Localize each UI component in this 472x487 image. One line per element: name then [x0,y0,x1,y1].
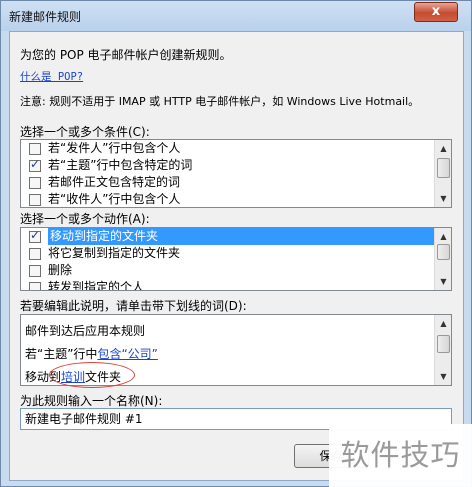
scroll-thumb[interactable] [437,158,450,178]
close-icon: x [431,4,441,19]
window-title: 新建邮件规则 [9,10,82,24]
scroll-up-icon[interactable]: ▲ [436,141,451,156]
action-item[interactable]: 移动到指定的文件夹 [21,228,436,245]
scroll-thumb[interactable] [437,244,450,260]
what-is-pop-link[interactable]: 什么是 POP? [20,69,83,84]
contains-words-link[interactable]: 包含“公司” [97,347,157,361]
intro-text: 为您的 POP 电子邮件帐户创建新规则。 [20,48,232,62]
action-item[interactable]: 转发到指定的个人 [21,279,436,290]
watermark-text: 软件技巧 [329,424,472,487]
annotation-circle [49,362,135,388]
action-checkbox[interactable] [29,228,41,244]
condition-item[interactable]: 若邮件正文包含特定的词 [21,174,436,191]
action-item[interactable]: 将它复制到指定的文件夹 [21,245,436,262]
condition-item[interactable]: 若“收件人”行中包含个人 [21,191,436,207]
condition-checkbox[interactable] [29,177,41,189]
scroll-up-icon[interactable]: ▲ [436,316,451,331]
new-mail-rule-dialog: 新建邮件规则 x 为您的 POP 电子邮件帐户创建新规则。 什么是 POP? 注… [0,0,472,487]
condition-item[interactable]: 若“发件人”行中包含个人 [21,140,436,157]
action-checkbox[interactable] [29,248,41,260]
conditions-scrollbar[interactable]: ▲ ▼ [434,140,451,207]
actions-list[interactable]: 移动到指定的文件夹 将它复制到指定的文件夹 删除 转发到指定的个人 ▲ ▼ [20,227,452,291]
description-label: 若要编辑此说明，请单击带下划线的词(D): [20,299,247,313]
title-bar: 新建邮件规则 x [1,1,471,31]
condition-checkbox[interactable] [29,143,41,155]
condition-item[interactable]: 若“主题”行中包含特定的词 [21,156,436,174]
notice-text: 注意: 规则不适用于 IMAP 或 HTTP 电子邮件帐户，如 Windows … [20,95,420,108]
scroll-down-icon[interactable]: ▼ [436,191,451,206]
description-line-subject: 若“主题”行中包含“公司” [25,347,158,361]
condition-checkbox[interactable] [29,194,41,206]
action-item[interactable]: 删除 [21,262,436,279]
conditions-label: 选择一个或多个条件(C): [20,125,150,139]
conditions-list[interactable]: 若“发件人”行中包含个人 若“主题”行中包含特定的词 若邮件正文包含特定的词 若… [20,139,452,208]
scroll-down-icon[interactable]: ▼ [436,369,451,384]
scroll-up-icon[interactable]: ▲ [436,229,451,244]
actions-label: 选择一个或多个动作(A): [20,212,150,226]
scroll-down-icon[interactable]: ▼ [436,274,451,289]
close-button[interactable]: x [414,2,458,22]
action-checkbox[interactable] [29,282,41,290]
rule-name-label: 为此规则输入一个名称(N): [20,394,163,408]
scroll-thumb[interactable] [437,335,450,353]
description-line-apply: 邮件到达后应用本规则 [25,324,146,338]
action-checkbox[interactable] [29,265,41,277]
condition-checkbox[interactable] [29,156,41,173]
dialog-body: 为您的 POP 电子邮件帐户创建新规则。 什么是 POP? 注意: 规则不适用于… [9,31,464,481]
rule-description-box: 邮件到达后应用本规则 若“主题”行中包含“公司” 移动到培训文件夹 ▲ ▼ [20,314,452,388]
actions-scrollbar[interactable]: ▲ ▼ [434,228,451,290]
description-scrollbar[interactable]: ▲ ▼ [434,315,451,385]
